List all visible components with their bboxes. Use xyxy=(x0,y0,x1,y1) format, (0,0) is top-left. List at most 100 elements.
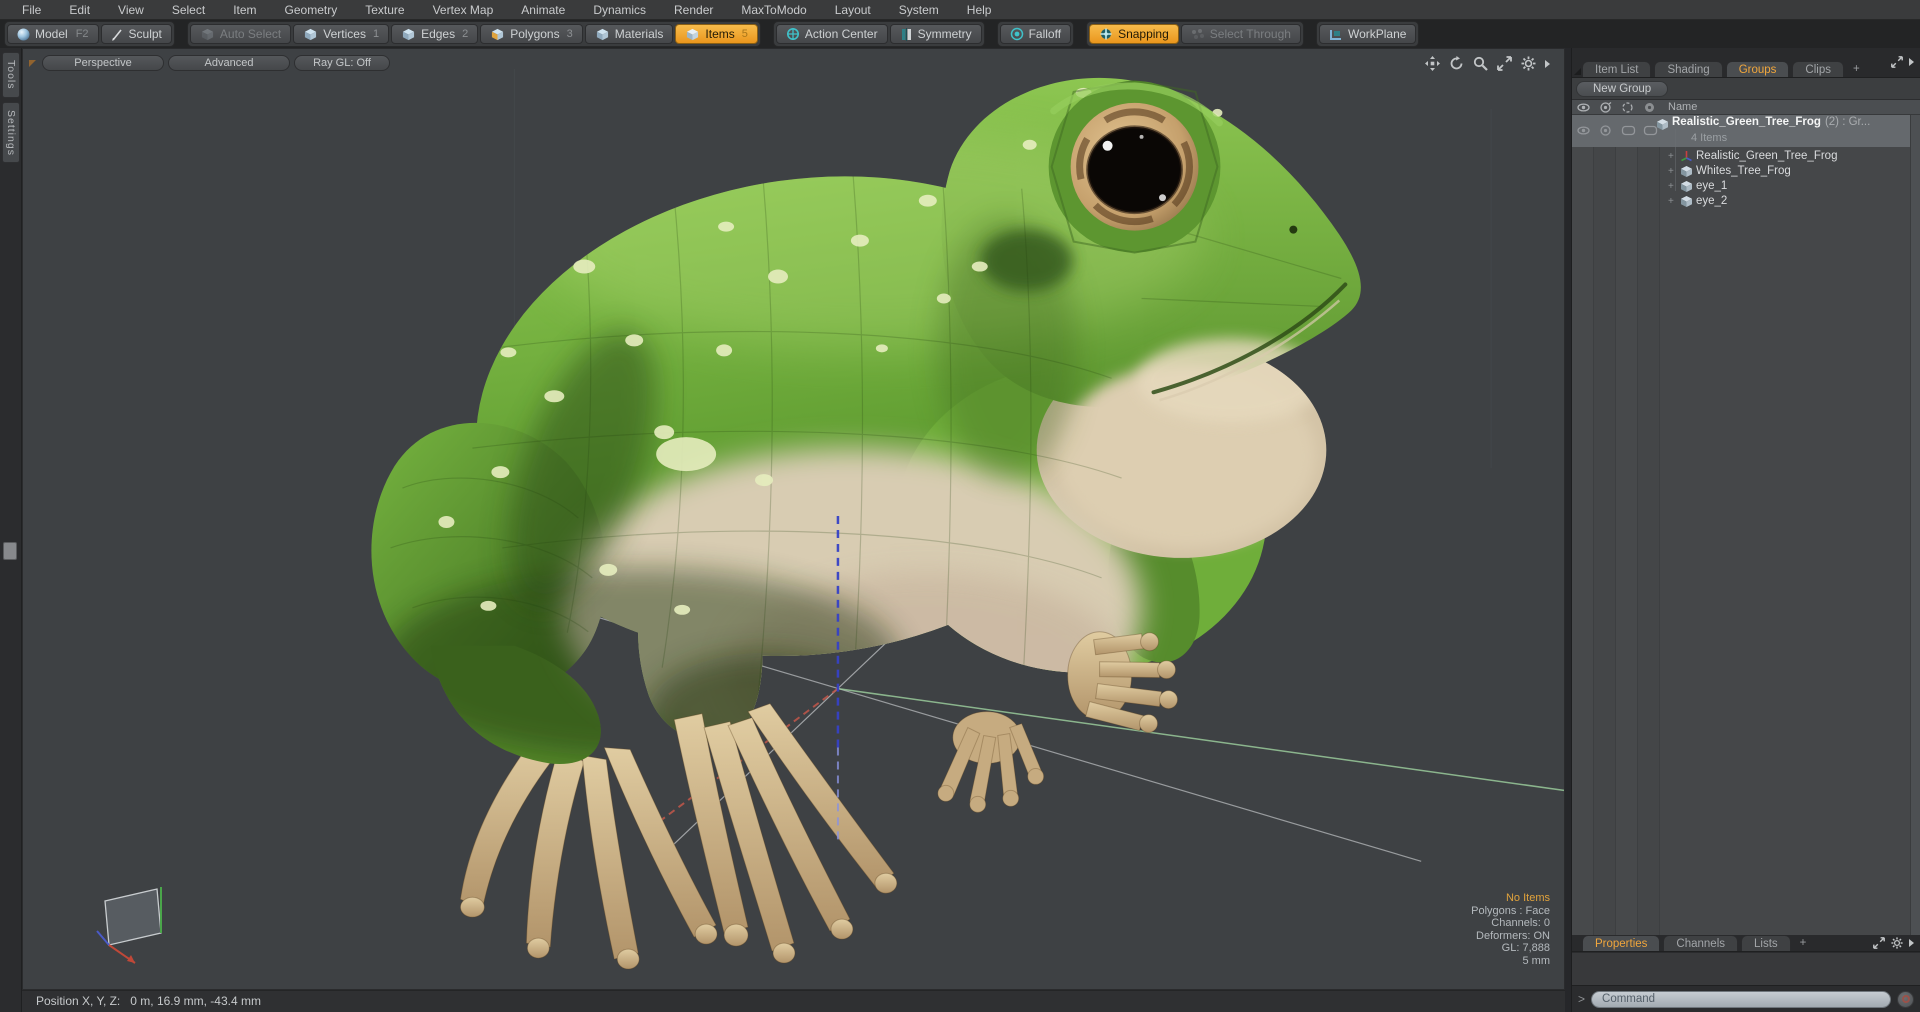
action-center-button[interactable]: Action Center xyxy=(775,24,888,44)
tree-scrollbar[interactable] xyxy=(1910,115,1920,935)
maximize-icon[interactable] xyxy=(1497,56,1512,71)
viewport-menu-arrow-icon[interactable] xyxy=(1545,59,1550,68)
select-through-label: Select Through xyxy=(1209,27,1291,41)
auto-select-label: Auto Select xyxy=(219,27,282,41)
menu-render[interactable]: Render xyxy=(660,0,727,20)
sculpt-pen-icon xyxy=(111,29,122,41)
shading-mode-button[interactable]: Advanced xyxy=(168,55,290,71)
orbit-icon[interactable] xyxy=(1449,56,1464,71)
gear-icon[interactable] xyxy=(1521,56,1536,71)
frog-far-foot xyxy=(937,711,1045,813)
edges-button[interactable]: Edges 2 xyxy=(391,24,479,44)
item-name: eye_1 xyxy=(1696,180,1728,192)
menu-maxtomodo[interactable]: MaxToModo xyxy=(727,0,820,20)
cube-icon xyxy=(492,28,504,40)
tree-row-mesh[interactable]: + eye_1 xyxy=(1572,179,1910,194)
items-shortcut: 5 xyxy=(741,28,748,40)
menu-vertex-map[interactable]: Vertex Map xyxy=(419,0,508,20)
raygl-button[interactable]: Ray GL: Off xyxy=(294,55,390,71)
properties-empty-area xyxy=(1572,952,1920,985)
tab-add[interactable]: + xyxy=(1847,61,1866,77)
zoom-icon[interactable] xyxy=(1473,56,1488,71)
model-shortcut: F2 xyxy=(75,28,89,40)
mode-group: Model F2 Sculpt xyxy=(4,21,175,47)
lock-toggle-icon[interactable] xyxy=(1643,101,1656,114)
edges-label: Edges xyxy=(421,27,456,41)
dock-grip-handle[interactable] xyxy=(3,542,17,560)
panel-corner-icon[interactable] xyxy=(1574,68,1581,75)
polygons-label: Polygons xyxy=(510,27,560,41)
gear-icon[interactable] xyxy=(1891,937,1903,949)
render-camera-icon[interactable] xyxy=(1599,124,1612,137)
maximize-icon[interactable] xyxy=(1873,937,1885,949)
main-toolbar: Model F2 Sculpt Auto Select Vertices 1 E… xyxy=(0,20,1920,48)
menu-texture[interactable]: Texture xyxy=(351,0,418,20)
vertices-button[interactable]: Vertices 1 xyxy=(293,24,390,44)
menu-file[interactable]: File xyxy=(8,0,55,20)
polygons-button[interactable]: Polygons 3 xyxy=(480,24,583,44)
tab-clips[interactable]: Clips xyxy=(1792,61,1844,77)
action-center-icon xyxy=(786,28,799,40)
tab-channels[interactable]: Channels xyxy=(1663,935,1739,951)
items-button[interactable]: Items 5 xyxy=(675,24,758,44)
menu-view[interactable]: View xyxy=(104,0,158,20)
materials-button[interactable]: Materials xyxy=(584,24,674,44)
menu-item[interactable]: Item xyxy=(219,0,270,20)
viewport-header: Perspective Advanced Ray GL: Off xyxy=(29,55,390,71)
snapping-group: Snapping Select Through xyxy=(1086,21,1304,47)
visibility-eye-icon[interactable] xyxy=(1577,124,1590,137)
panel-menu-arrow-icon[interactable] xyxy=(1909,58,1914,66)
ghost-toggle-icon[interactable] xyxy=(1621,101,1634,114)
sculpt-mode-button[interactable]: Sculpt xyxy=(100,24,172,44)
symmetry-button[interactable]: Symmetry xyxy=(889,24,982,44)
menu-layout[interactable]: Layout xyxy=(821,0,885,20)
tab-properties[interactable]: Properties xyxy=(1582,935,1661,951)
new-group-button[interactable]: New Group xyxy=(1576,80,1669,97)
modo-window: File Edit View Select Item Geometry Text… xyxy=(0,0,1920,1012)
panel-menu-arrow-icon[interactable] xyxy=(1909,939,1914,947)
pan-icon[interactable] xyxy=(1425,56,1440,71)
menu-system[interactable]: System xyxy=(885,0,953,20)
panel-splitter[interactable] xyxy=(1565,48,1572,1012)
toggle-box-icon[interactable] xyxy=(1621,124,1636,137)
menu-edit[interactable]: Edit xyxy=(55,0,104,20)
menu-help[interactable]: Help xyxy=(953,0,1006,20)
position-label: Position X, Y, Z: xyxy=(36,994,121,1008)
menu-geometry[interactable]: Geometry xyxy=(271,0,352,20)
tab-add[interactable]: + xyxy=(1794,935,1813,951)
tab-item-list[interactable]: Item List xyxy=(1582,61,1652,77)
tree-row-mesh[interactable]: + Whites_Tree_Frog xyxy=(1572,164,1910,179)
group-root-row[interactable]: Realistic_Green_Tree_Frog (2) : Gr... 4 I… xyxy=(1572,115,1910,147)
tab-groups[interactable]: Groups xyxy=(1725,61,1790,77)
maximize-icon[interactable] xyxy=(1891,56,1903,68)
snapping-button[interactable]: Snapping xyxy=(1089,24,1179,44)
render-camera-icon[interactable] xyxy=(1599,101,1612,114)
3d-viewport[interactable]: Perspective Advanced Ray GL: Off No Item… xyxy=(22,48,1565,990)
cube-icon xyxy=(201,28,213,40)
tab-shading[interactable]: Shading xyxy=(1654,61,1723,77)
falloff-group: Falloff xyxy=(996,21,1075,47)
tools-vertical-tab[interactable]: Tools xyxy=(2,52,20,98)
model-mode-button[interactable]: Model F2 xyxy=(7,24,99,44)
menu-animate[interactable]: Animate xyxy=(507,0,579,20)
falloff-button[interactable]: Falloff xyxy=(999,24,1072,44)
tree-row-locator[interactable]: + Realistic_Green_Tree_Frog xyxy=(1572,149,1910,164)
viewport-thumb-icon[interactable] xyxy=(29,59,36,67)
menu-dynamics[interactable]: Dynamics xyxy=(579,0,660,20)
tab-lists[interactable]: Lists xyxy=(1741,935,1791,951)
item-name: Realistic_Green_Tree_Frog xyxy=(1696,150,1838,162)
frog-eye xyxy=(1048,79,1223,254)
tree-row-mesh[interactable]: + eye_2 xyxy=(1572,194,1910,209)
workplane-button[interactable]: WorkPlane xyxy=(1318,24,1417,44)
visibility-eye-icon[interactable] xyxy=(1577,101,1590,114)
settings-vertical-tab[interactable]: Settings xyxy=(2,101,20,164)
perspective-button[interactable]: Perspective xyxy=(42,55,164,71)
selection-group: Auto Select Vertices 1 Edges 2 Polygons … xyxy=(186,21,761,47)
command-input[interactable] xyxy=(1591,990,1891,1008)
group-mesh-icon xyxy=(1657,119,1668,130)
macro-record-button[interactable] xyxy=(1897,990,1914,1008)
menu-select[interactable]: Select xyxy=(158,0,219,20)
auto-select-button[interactable]: Auto Select xyxy=(189,24,292,44)
select-through-button[interactable]: Select Through xyxy=(1180,24,1301,44)
channels-status: Channels: 0 xyxy=(1491,917,1550,929)
